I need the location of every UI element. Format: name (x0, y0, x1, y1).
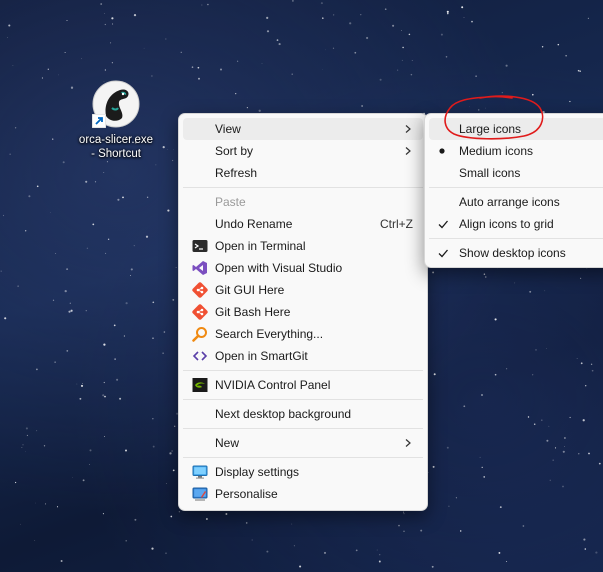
menu-item-refresh[interactable]: Refresh (183, 162, 423, 184)
undo-shortcut-hint: Ctrl+Z (380, 217, 413, 231)
terminal-icon (192, 238, 208, 254)
view-submenu: Large icons Medium icons Small icons Aut… (424, 113, 603, 268)
chevron-right-icon (405, 147, 411, 155)
menu-item-sort-by[interactable]: Sort by (183, 140, 423, 162)
menu-item-git-gui[interactable]: Git GUI Here (183, 279, 423, 301)
visual-studio-icon (192, 260, 208, 276)
menu-item-paste[interactable]: Paste (183, 191, 423, 213)
submenu-item-large-icons[interactable]: Large icons (429, 118, 603, 140)
menu-separator (183, 399, 423, 400)
git-gui-icon (192, 282, 208, 298)
menu-item-new[interactable]: New (183, 432, 423, 454)
smartgit-icon (192, 348, 208, 364)
menu-item-open-smartgit[interactable]: Open in SmartGit (183, 345, 423, 367)
chevron-right-icon (405, 439, 411, 447)
submenu-item-show-desktop-icons[interactable]: Show desktop icons (429, 242, 603, 264)
chevron-right-icon (405, 125, 411, 133)
menu-item-open-terminal[interactable]: Open in Terminal (183, 235, 423, 257)
display-icon (192, 464, 208, 480)
orca-slicer-icon (92, 80, 140, 128)
radio-bullet-icon (439, 148, 445, 154)
menu-item-undo-rename[interactable]: Undo Rename Ctrl+Z (183, 213, 423, 235)
menu-item-nvidia-control-panel[interactable]: NVIDIA Control Panel (183, 374, 423, 396)
shortcut-label: orca-slicer.exe - Shortcut (78, 134, 154, 160)
shortcut-arrow-icon (92, 114, 106, 128)
submenu-item-auto-arrange[interactable]: Auto arrange icons (429, 191, 603, 213)
submenu-item-align-grid[interactable]: Align icons to grid (429, 213, 603, 235)
git-bash-icon (192, 304, 208, 320)
menu-separator (183, 457, 423, 458)
personalise-icon (192, 486, 208, 502)
menu-item-personalise[interactable]: Personalise (183, 483, 423, 505)
menu-item-display-settings[interactable]: Display settings (183, 461, 423, 483)
menu-separator (429, 238, 603, 239)
menu-item-git-bash[interactable]: Git Bash Here (183, 301, 423, 323)
submenu-item-small-icons[interactable]: Small icons (429, 162, 603, 184)
menu-item-next-background[interactable]: Next desktop background (183, 403, 423, 425)
menu-item-view[interactable]: View (183, 118, 423, 140)
menu-separator (183, 370, 423, 371)
menu-item-open-visual-studio[interactable]: Open with Visual Studio (183, 257, 423, 279)
menu-item-search-everything[interactable]: Search Everything... (183, 323, 423, 345)
menu-separator (429, 187, 603, 188)
submenu-item-medium-icons[interactable]: Medium icons (429, 140, 603, 162)
nvidia-icon (192, 377, 208, 393)
checkmark-icon (438, 249, 448, 258)
desktop-context-menu: View Sort by Refresh Paste Undo Rename C… (178, 113, 428, 511)
desktop-shortcut-orca-slicer[interactable]: orca-slicer.exe - Shortcut (78, 80, 154, 161)
checkmark-icon (438, 220, 448, 229)
menu-separator (183, 428, 423, 429)
magnifier-icon (192, 326, 208, 342)
menu-separator (183, 187, 423, 188)
